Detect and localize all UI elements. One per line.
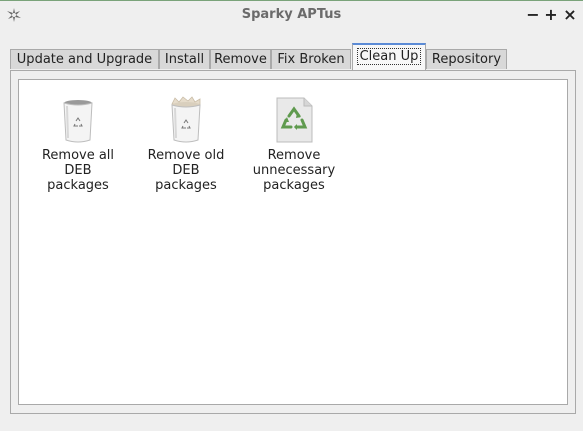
remove-unnecessary-packages-item[interactable]: Remove unnecessary packages	[239, 96, 349, 193]
close-button[interactable]: ×	[562, 6, 578, 24]
recycle-document-icon	[276, 97, 313, 143]
app-window: Sparky APTus − + × Update and Upgrade In…	[0, 0, 583, 431]
tab-label: Fix Broken	[277, 52, 345, 67]
cleanup-icon-view: Remove all DEB packages Remove old DEB p…	[18, 79, 568, 405]
remove-old-deb-label: Remove old DEB packages	[147, 148, 225, 193]
tab-label: Clean Up	[356, 48, 422, 65]
remove-all-deb-packages-item[interactable]: Remove all DEB packages	[23, 96, 133, 193]
tab-panel: Remove all DEB packages Remove old DEB p…	[10, 70, 576, 414]
remove-unnecessary-label: Remove unnecessary packages	[252, 148, 336, 193]
remove-all-deb-label: Remove all DEB packages	[41, 148, 115, 193]
window-title: Sparky APTus	[241, 7, 342, 22]
maximize-button[interactable]: +	[543, 6, 559, 24]
tab-repository[interactable]: Repository	[426, 49, 507, 69]
tab-fix-broken[interactable]: Fix Broken	[271, 49, 351, 69]
titlebar[interactable]: Sparky APTus − + ×	[0, 1, 583, 29]
tab-clean-up[interactable]: Clean Up	[352, 43, 426, 71]
tab-install[interactable]: Install	[159, 49, 210, 69]
minimize-button[interactable]: −	[525, 6, 541, 24]
tab-remove[interactable]: Remove	[210, 49, 271, 69]
tab-label: Update and Upgrade	[16, 52, 153, 67]
tab-label: Install	[164, 52, 205, 67]
trash-can-icon	[63, 100, 93, 143]
full-trash-can-icon	[171, 96, 201, 143]
tab-label: Repository	[431, 52, 502, 67]
tab-update-and-upgrade[interactable]: Update and Upgrade	[10, 49, 159, 69]
remove-old-deb-packages-item[interactable]: Remove old DEB packages	[131, 96, 241, 193]
tab-label: Remove	[214, 52, 267, 67]
